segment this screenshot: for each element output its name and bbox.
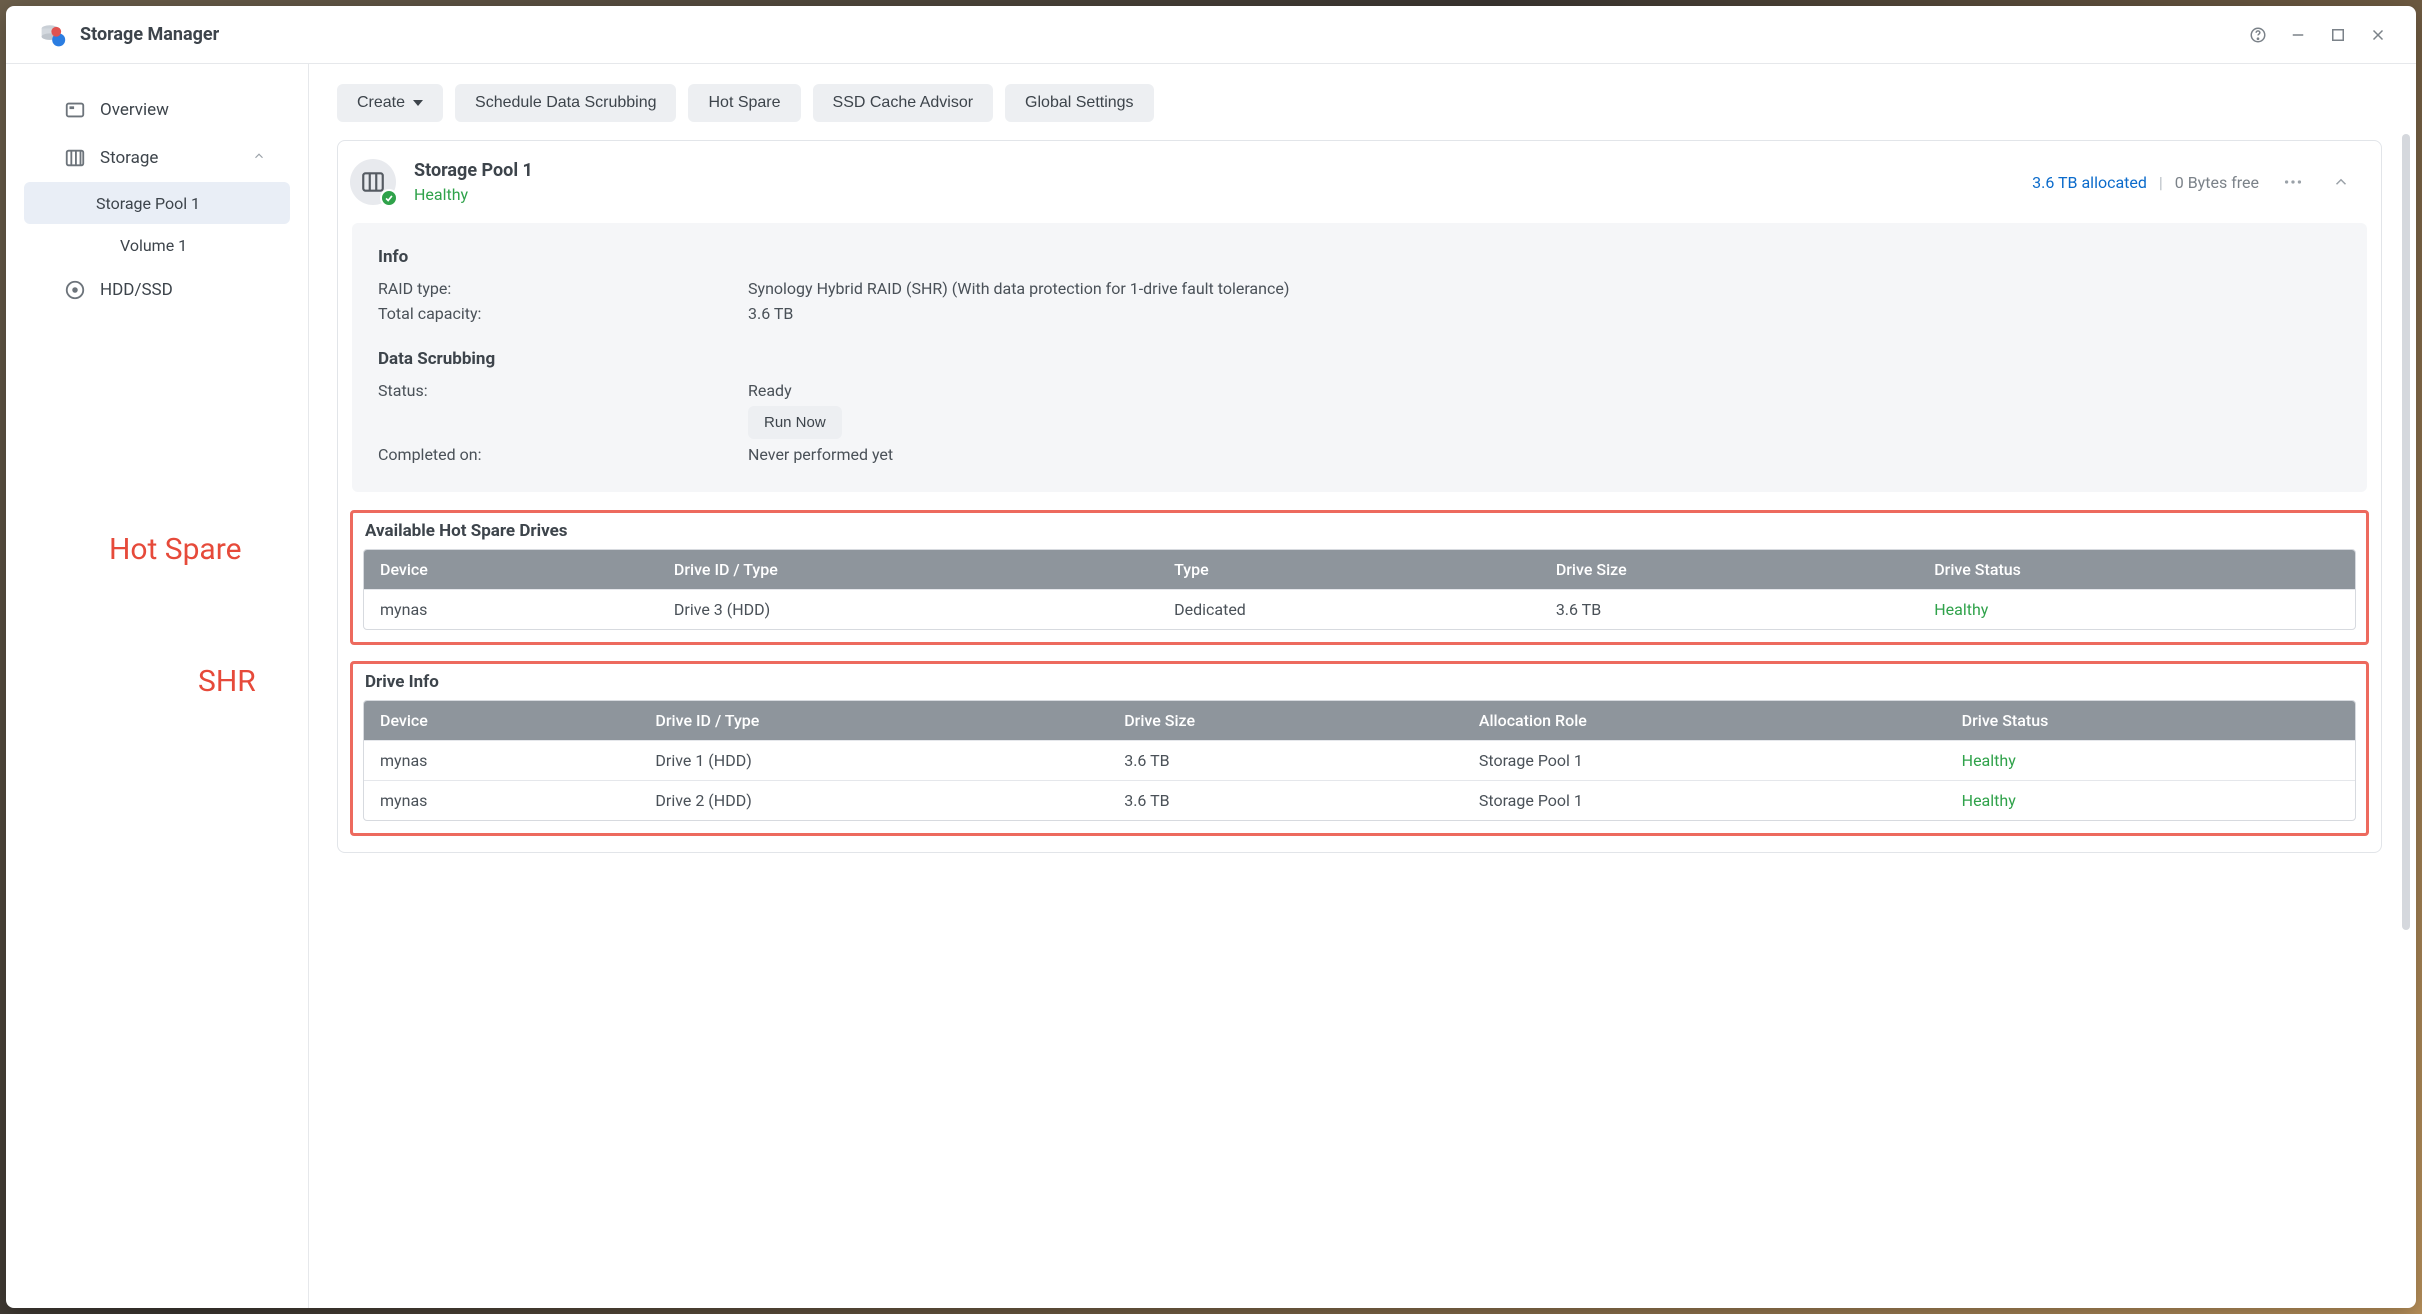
chevron-up-icon — [252, 148, 266, 168]
col-alloc-role: Allocation Role — [1463, 701, 1946, 740]
cell-role: Storage Pool 1 — [1463, 740, 1946, 780]
table-row[interactable]: mynas Drive 2 (HDD) 3.6 TB Storage Pool … — [364, 780, 2355, 820]
storage-icon — [64, 147, 86, 169]
col-drive-size: Drive Size — [1108, 701, 1463, 740]
cell-device: mynas — [364, 780, 639, 820]
cell-drive-id: Drive 1 (HDD) — [639, 740, 1108, 780]
more-menu-button[interactable] — [2279, 168, 2307, 196]
completed-on-label: Completed on: — [378, 445, 748, 464]
maximize-button[interactable] — [2318, 15, 2358, 55]
cell-role: Storage Pool 1 — [1463, 780, 1946, 820]
schedule-scrubbing-button[interactable]: Schedule Data Scrubbing — [455, 84, 676, 122]
col-drive-id: Drive ID / Type — [658, 550, 1158, 589]
sidebar-item-storage[interactable]: Storage — [24, 134, 290, 182]
close-button[interactable] — [2358, 15, 2398, 55]
col-drive-size: Drive Size — [1540, 550, 1918, 589]
drive-info-section: Drive Info Device Drive ID / Type Drive … — [350, 661, 2369, 836]
collapse-button[interactable] — [2327, 168, 2355, 196]
app-title: Storage Manager — [80, 24, 219, 45]
help-button[interactable] — [2238, 15, 2278, 55]
hot-spare-button[interactable]: Hot Spare — [688, 84, 800, 122]
total-capacity-value: 3.6 TB — [748, 304, 2341, 323]
disk-icon — [64, 279, 86, 301]
scrub-status-label: Status: — [378, 381, 748, 400]
cell-status: Healthy — [1918, 589, 2355, 629]
caret-down-icon — [413, 100, 423, 106]
hot-spare-title: Available Hot Spare Drives — [365, 521, 2356, 541]
raid-type-label: RAID type: — [378, 279, 748, 298]
scrub-status-value: Ready — [748, 381, 2341, 400]
cell-drive-id: Drive 3 (HDD) — [658, 589, 1158, 629]
cell-status: Healthy — [1946, 780, 2355, 820]
cell-device: mynas — [364, 589, 658, 629]
hot-spare-section: Available Hot Spare Drives Device Drive … — [350, 510, 2369, 645]
sidebar-item-hdd-ssd[interactable]: HDD/SSD — [24, 266, 290, 314]
scrollbar-thumb[interactable] — [2402, 134, 2410, 930]
sidebar-item-label: Storage Pool 1 — [96, 194, 200, 213]
sidebar-item-label: Storage — [100, 148, 158, 168]
cell-type: Dedicated — [1158, 589, 1540, 629]
data-scrubbing-heading: Data Scrubbing — [378, 349, 2341, 369]
ssd-cache-advisor-button[interactable]: SSD Cache Advisor — [813, 84, 994, 122]
raid-type-value: Synology Hybrid RAID (SHR) (With data pr… — [748, 279, 2341, 298]
app-icon — [40, 22, 66, 48]
sidebar-item-label: HDD/SSD — [100, 280, 173, 300]
col-device: Device — [364, 550, 658, 589]
cell-device: mynas — [364, 740, 639, 780]
pool-allocation: 3.6 TB allocated | 0 Bytes free — [2032, 173, 2259, 192]
table-row[interactable]: mynas Drive 3 (HDD) Dedicated 3.6 TB Hea… — [364, 589, 2355, 629]
pool-status: Healthy — [414, 185, 533, 204]
cell-size: 3.6 TB — [1540, 589, 1918, 629]
run-now-button[interactable]: Run Now — [748, 406, 842, 439]
app-window: Storage Manager Overview — [6, 6, 2416, 1308]
pool-icon — [350, 159, 396, 205]
col-drive-status: Drive Status — [1946, 701, 2355, 740]
col-type: Type — [1158, 550, 1540, 589]
main-area: Hot Spare SHR Create Schedule Data Scrub… — [309, 64, 2416, 1308]
button-label: Create — [357, 94, 405, 112]
status-ok-icon — [380, 189, 398, 207]
storage-pool-panel: Storage Pool 1 Healthy 3.6 TB allocated … — [337, 140, 2382, 853]
cell-size: 3.6 TB — [1108, 780, 1463, 820]
cell-size: 3.6 TB — [1108, 740, 1463, 780]
col-drive-id: Drive ID / Type — [639, 701, 1108, 740]
pool-header: Storage Pool 1 Healthy 3.6 TB allocated … — [338, 141, 2381, 223]
pool-allocated: 3.6 TB allocated — [2032, 173, 2147, 192]
completed-on-value: Never performed yet — [748, 445, 2341, 464]
cell-drive-id: Drive 2 (HDD) — [639, 780, 1108, 820]
create-button[interactable]: Create — [337, 84, 443, 122]
sidebar-item-overview[interactable]: Overview — [24, 86, 290, 134]
sidebar-item-storage-pool-1[interactable]: Storage Pool 1 — [24, 182, 290, 224]
global-settings-button[interactable]: Global Settings — [1005, 84, 1154, 122]
sidebar-item-volume-1[interactable]: Volume 1 — [24, 224, 290, 266]
info-heading: Info — [378, 247, 2341, 267]
col-device: Device — [364, 701, 639, 740]
sidebar: Overview Storage Storage Pool 1 Volume 1 — [6, 64, 309, 1308]
drive-info-title: Drive Info — [365, 672, 2356, 692]
hot-spare-table: Device Drive ID / Type Type Drive Size D… — [363, 549, 2356, 630]
cell-status: Healthy — [1946, 740, 2355, 780]
total-capacity-label: Total capacity: — [378, 304, 748, 323]
toolbar: Create Schedule Data Scrubbing Hot Spare… — [309, 64, 2416, 140]
table-row[interactable]: mynas Drive 1 (HDD) 3.6 TB Storage Pool … — [364, 740, 2355, 780]
drive-info-table: Device Drive ID / Type Drive Size Alloca… — [363, 700, 2356, 821]
sidebar-item-label: Overview — [100, 100, 169, 120]
pool-free: 0 Bytes free — [2175, 173, 2259, 192]
minimize-button[interactable] — [2278, 15, 2318, 55]
sidebar-item-label: Volume 1 — [120, 236, 187, 255]
title-bar: Storage Manager — [6, 6, 2416, 64]
col-drive-status: Drive Status — [1918, 550, 2355, 589]
pool-title: Storage Pool 1 — [414, 160, 533, 181]
overview-icon — [64, 99, 86, 121]
info-box: Info RAID type: Synology Hybrid RAID (SH… — [352, 223, 2367, 492]
